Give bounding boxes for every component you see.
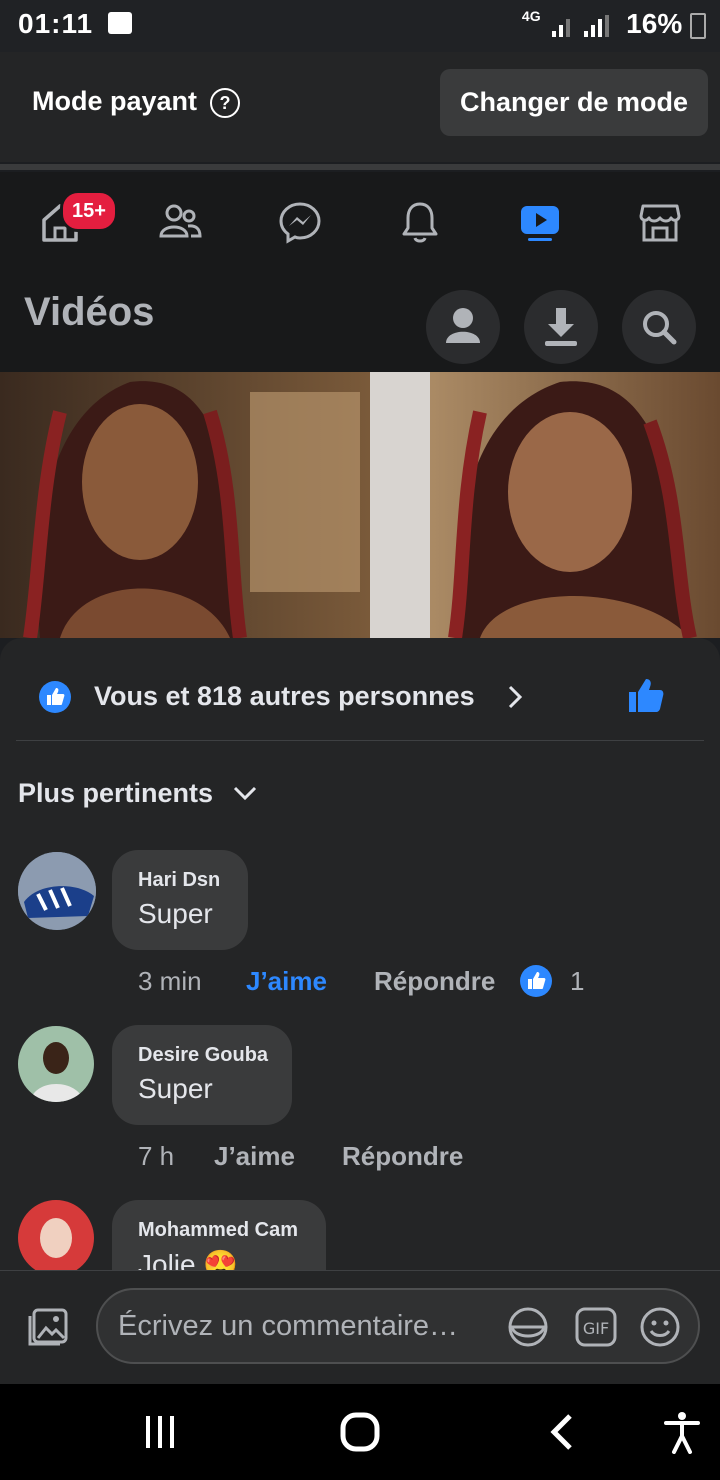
battery-level: 16% [626, 8, 683, 39]
avatar[interactable] [18, 1200, 94, 1270]
comment-author[interactable]: Mohammed Cam [138, 1219, 298, 1242]
download-icon [545, 308, 577, 346]
comment-text: Jolie 😍 [138, 1249, 239, 1270]
download-button[interactable] [524, 290, 598, 364]
reply-action[interactable]: Répondre [374, 966, 495, 997]
comment-text: Super [138, 1073, 213, 1104]
marketplace-icon[interactable] [638, 200, 682, 244]
sort-dropdown[interactable]: Plus pertinents [18, 778, 213, 809]
gallery-notification-icon [108, 12, 132, 34]
avatar[interactable] [18, 1026, 94, 1102]
comments-panel [0, 638, 720, 1270]
like-reaction-icon [520, 965, 552, 997]
comment-author[interactable]: Desire Gouba [138, 1044, 268, 1067]
chevron-down-icon[interactable] [232, 784, 258, 802]
status-right: 4G 16% [522, 8, 706, 40]
divider [0, 164, 720, 170]
gif-icon[interactable]: GIF [574, 1306, 618, 1348]
back-icon[interactable] [546, 1412, 578, 1452]
video-frame [0, 372, 720, 638]
reaction-summary[interactable]: Vous et 818 autres personnes [94, 681, 475, 712]
status-bar: 01:11 4G 16% [0, 0, 720, 52]
comment-row-clipped: Mohammed Cam Jolie 😍 [0, 1190, 720, 1270]
video-icon[interactable] [518, 200, 562, 244]
mode-label: Mode payant [32, 86, 198, 116]
like-reaction-icon [39, 681, 71, 713]
battery-icon [690, 12, 706, 39]
notification-badge: 15+ [60, 190, 118, 232]
friends-icon[interactable] [158, 200, 202, 244]
avatar-image [18, 1200, 94, 1270]
svg-text:GIF: GIF [583, 1319, 609, 1338]
profile-button[interactable] [426, 290, 500, 364]
avatar-image [18, 1026, 94, 1102]
question-circle-icon[interactable]: ? [210, 88, 240, 118]
accessibility-icon[interactable] [660, 1410, 704, 1454]
photo-icon[interactable] [26, 1306, 70, 1348]
search-icon [643, 311, 677, 345]
comment-author[interactable]: Hari Dsn [138, 869, 220, 892]
avatar-image [18, 852, 96, 930]
change-mode-button[interactable]: Changer de mode [440, 69, 708, 136]
search-button[interactable] [622, 290, 696, 364]
network-label: 4G [521, 8, 541, 24]
sticker-icon[interactable] [506, 1305, 550, 1349]
profile-icon [446, 308, 480, 343]
signal-icon [552, 14, 610, 37]
home-nav-icon[interactable] [338, 1410, 382, 1454]
status-time: 01:11 [18, 8, 94, 39]
recent-apps-icon[interactable] [140, 1414, 180, 1450]
reply-action[interactable]: Répondre [342, 1141, 463, 1172]
page-title: Vidéos [24, 290, 155, 334]
video-player[interactable] [0, 372, 720, 638]
comment-time: 7 h [138, 1141, 175, 1171]
like-button-icon[interactable] [626, 676, 666, 714]
comment-time: 3 min [138, 966, 202, 996]
bell-icon[interactable] [398, 200, 442, 244]
like-action[interactable]: J’aime [214, 1141, 295, 1172]
messenger-icon[interactable] [278, 200, 322, 244]
avatar[interactable] [18, 852, 96, 930]
emoji-icon[interactable] [638, 1305, 682, 1349]
divider [16, 740, 704, 741]
comment-text: Super [138, 898, 213, 929]
chevron-right-icon [508, 685, 523, 709]
reaction-count: 1 [570, 966, 585, 996]
like-action[interactable]: J’aime [246, 966, 327, 997]
comment-input-placeholder[interactable]: Écrivez un commentaire… [118, 1310, 458, 1343]
